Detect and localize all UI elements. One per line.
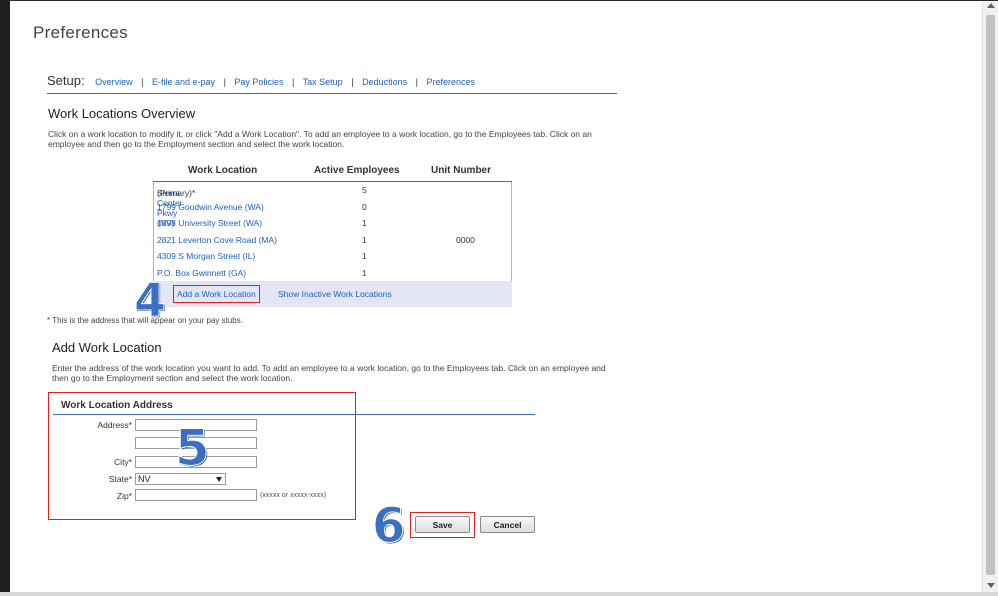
col-work-location: Work Location: [188, 165, 258, 176]
active-count: 0: [362, 201, 367, 212]
active-count: 1: [362, 267, 367, 278]
location-link[interactable]: 1898 University Street (WA): [157, 218, 262, 228]
location-link[interactable]: P.O. Box Gwinnett (GA): [157, 268, 246, 278]
add-work-location-link[interactable]: Add a Work Location: [173, 285, 260, 303]
scroll-down-icon[interactable]: [987, 583, 995, 588]
setup-link-deductions[interactable]: Deductions: [362, 77, 407, 87]
separator: |: [291, 77, 295, 87]
table-footer: Add a Work Location Show Inactive Work L…: [153, 281, 512, 307]
page-title: Preferences: [33, 23, 128, 42]
location-link[interactable]: 2821 Leverton Cove Road (MA): [157, 235, 277, 245]
table-row[interactable]: P.O. Box Gwinnett (GA) 1: [154, 265, 511, 282]
scroll-thumb[interactable]: [986, 15, 995, 575]
zip-label: Zip*: [116, 491, 132, 501]
chevron-down-icon: [216, 477, 222, 482]
table-row[interactable]: 1799 Goodwin Avenue (WA) 0: [154, 199, 511, 216]
state-value: NV: [138, 474, 151, 484]
background-strip: [0, 0, 10, 596]
table-row[interactable]: Sierra Center Pkwy (NV) (Primary)* 5: [154, 182, 511, 228]
setup-label: Setup:: [47, 73, 85, 88]
setup-link-efile[interactable]: E-file and e-pay: [152, 77, 215, 87]
setup-link-pay-policies[interactable]: Pay Policies: [234, 77, 283, 87]
table-header: Work Location Active Employees Unit Numb…: [153, 163, 512, 182]
save-button[interactable]: Save: [415, 516, 470, 533]
setup-link-overview[interactable]: Overview: [95, 77, 133, 87]
separator: |: [415, 77, 418, 87]
setup-link-tax-setup[interactable]: Tax Setup: [303, 77, 343, 87]
location-link[interactable]: 4309 S Morgan Street (IL): [157, 251, 255, 261]
background-strip-bottom: [0, 592, 998, 596]
setup-link-preferences[interactable]: Preferences: [426, 77, 475, 87]
address-section-title: Work Location Address: [61, 400, 173, 411]
step-5-annotation: 5: [175, 419, 211, 478]
step-6-annotation: 6: [371, 498, 406, 555]
preferences-dialog: Preferences Setup: Overview | E-file and…: [10, 1, 982, 592]
section-rule: [53, 414, 535, 415]
table-row[interactable]: 2821 Leverton Cove Road (MA) 1 0000: [154, 232, 511, 249]
add-description: Enter the address of the work location y…: [52, 363, 606, 383]
address-label: Address*: [97, 420, 133, 430]
table-row[interactable]: 4309 S Morgan Street (IL) 1: [154, 248, 511, 265]
add-heading: Add Work Location: [52, 340, 162, 355]
col-active-employees: Active Employees: [314, 165, 400, 176]
vertical-scrollbar[interactable]: [982, 1, 998, 592]
zip-hint: (xxxxx or xxxxx-xxxx): [260, 492, 327, 499]
table-row[interactable]: 1898 University Street (WA) 1: [154, 215, 511, 232]
active-count: 1: [362, 218, 367, 228]
step-4-annotation: 4: [133, 273, 167, 328]
location-link[interactable]: 1799 Goodwin Avenue (WA): [157, 202, 264, 212]
overview-heading: Work Locations Overview: [48, 106, 196, 121]
primary-marker: (Primary)*: [157, 188, 196, 198]
separator: |: [351, 77, 354, 87]
active-count: 1: [362, 234, 367, 245]
active-count: 1: [362, 251, 367, 261]
overview-description: Click on a work location to modify it, o…: [48, 129, 592, 149]
work-locations-table: Work Location Active Employees Unit Numb…: [153, 163, 512, 307]
separator: |: [141, 77, 144, 87]
table-body: Sierra Center Pkwy (NV) (Primary)* 5 179…: [153, 182, 512, 281]
cancel-button[interactable]: Cancel: [480, 516, 535, 533]
col-unit-number: Unit Number: [431, 165, 491, 176]
separator: |: [223, 77, 226, 87]
scroll-up-icon[interactable]: [987, 3, 995, 8]
city-label: City*: [114, 457, 132, 467]
show-inactive-locations-link[interactable]: Show Inactive Work Locations: [278, 289, 392, 299]
zip-input[interactable]: [135, 489, 257, 501]
setup-nav: Setup: Overview | E-file and e-pay | Pay…: [47, 73, 617, 94]
unit-number: 0000: [456, 234, 475, 245]
state-label: State*: [108, 474, 132, 484]
active-count: 5: [362, 185, 367, 195]
